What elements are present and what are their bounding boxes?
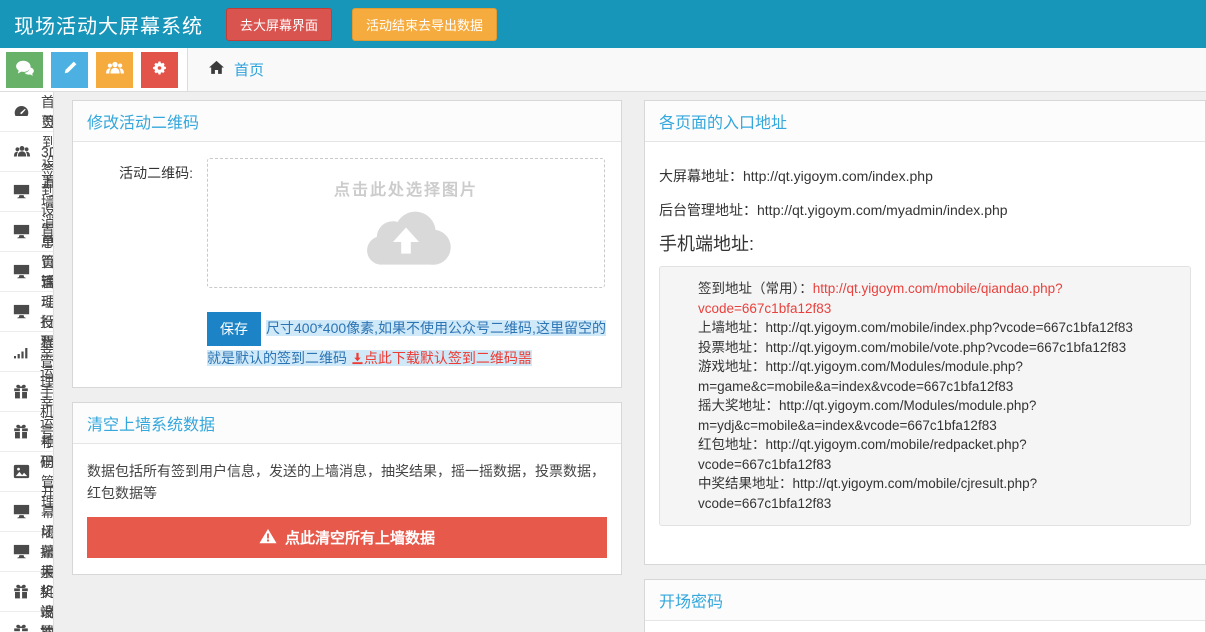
mobile-urls-box: 签到地址（常用）：http://qt.yigoym.com/mobile/qia…: [659, 266, 1191, 526]
gift-icon: [13, 624, 29, 632]
qiandao-link[interactable]: http://qt.yigoym.com/mobile/qiandao.php?: [813, 281, 1063, 296]
admin-address-line: 后台管理地址：http://qt.yigoym.com/myadmin/inde…: [659, 200, 1191, 220]
password-panel-title: 开场密码: [645, 580, 1205, 621]
settings-button[interactable]: [141, 52, 178, 88]
pencil-icon: [62, 60, 78, 81]
breadcrumb-home-link[interactable]: 首页: [234, 59, 264, 80]
comments-button[interactable]: [6, 52, 43, 88]
wall-address-line: 上墙地址：http://qt.yigoym.com/mobile/index.p…: [698, 318, 1182, 338]
admin-url: http://qt.yigoym.com/myadmin/index.php: [757, 202, 1008, 218]
warning-icon: [259, 528, 277, 548]
gift-icon: [13, 384, 29, 399]
admin-label: 后台管理地址：: [659, 202, 757, 218]
clear-all-data-button[interactable]: 点此清空所有上墙数据: [87, 517, 607, 558]
redpacket-address-line: 红包地址：http://qt.yigoym.com/mobile/redpack…: [698, 435, 1182, 455]
qrcode-panel-title: 修改活动二维码: [73, 101, 621, 142]
dashboard-icon: [13, 104, 30, 119]
entry-panel-title: 各页面的入口地址: [645, 101, 1205, 142]
home-icon: [208, 60, 225, 80]
right-column: 各页面的入口地址 大屏幕地址：http://qt.yigoym.com/inde…: [644, 100, 1206, 632]
go-big-screen-button[interactable]: 去大屏幕界面: [226, 8, 332, 41]
content-area: 修改活动二维码 活动二维码: 点击此处选择图片 保存尺寸400*400像素,如果…: [54, 92, 1206, 632]
big-screen-label: 大屏幕地址：: [659, 168, 743, 184]
top-header-bar: 现场活动大屏幕系统 去大屏幕界面 活动结束去导出数据: [0, 0, 1206, 48]
users-icon: [105, 60, 125, 81]
big-screen-url: http://qt.yigoym.com/index.php: [743, 168, 933, 184]
redpacket-vcode-line: vcode=667c1bfa12f83: [698, 455, 1182, 475]
quick-icon-strip: [0, 48, 188, 92]
clear-panel-title: 清空上墙系统数据: [73, 403, 621, 444]
users-icon: [13, 144, 31, 159]
desktop-icon: [13, 184, 30, 199]
desktop-icon: [13, 224, 30, 239]
clear-panel-description: 数据包括所有签到用户信息，发送的上墙消息，抽奖结果，摇一摇数据，投票数据，红包数…: [87, 460, 607, 504]
result-address-line: 中奖结果地址：http://qt.yigoym.com/mobile/cjres…: [698, 474, 1182, 494]
sidebar-nav: 首页 签到设置 3D签到设置 上墙消息管理 单页管理 活动行程 投票管理: [0, 92, 54, 632]
entry-urls-panel: 各页面的入口地址 大屏幕地址：http://qt.yigoym.com/inde…: [644, 100, 1206, 565]
qrcode-field-label: 活动二维码:: [87, 158, 207, 288]
upload-placeholder-text: 点击此处选择图片: [208, 176, 604, 200]
shake-address-line2: m=ydj&c=mobile&a=index&vcode=667c1bfa12f…: [698, 416, 1182, 436]
sidebar-item-mobile-lottery[interactable]: 手机端抽奖设置: [0, 612, 53, 632]
qrcode-panel: 修改活动二维码 活动二维码: 点击此处选择图片 保存尺寸400*400像素,如果…: [72, 100, 622, 388]
desktop-icon: [13, 544, 30, 559]
game-address-line2: m=game&c=mobile&a=index&vcode=667c1bfa12…: [698, 377, 1182, 397]
export-data-button[interactable]: 活动结束去导出数据: [352, 8, 497, 41]
save-button[interactable]: 保存: [207, 312, 261, 346]
clear-data-panel: 清空上墙系统数据 数据包括所有签到用户信息，发送的上墙消息，抽奖结果，摇一摇数据…: [72, 402, 622, 575]
edit-button[interactable]: [51, 52, 88, 88]
comments-icon: [15, 59, 35, 82]
vote-address-line: 投票地址：http://qt.yigoym.com/mobile/vote.ph…: [698, 338, 1182, 358]
cogs-icon: [151, 60, 168, 81]
result-vcode-line: vcode=667c1bfa12f83: [698, 494, 1182, 514]
desktop-icon: [13, 504, 30, 519]
bar-chart-icon: [13, 345, 29, 359]
shake-address-line: 摇大奖地址：http://qt.yigoym.com/Modules/modul…: [698, 396, 1182, 416]
qiandao-vcode-line: vcode=667c1bfa12f83: [698, 299, 1182, 319]
desktop-icon: [13, 264, 30, 279]
left-column: 修改活动二维码 活动二维码: 点击此处选择图片 保存尺寸400*400像素,如果…: [72, 100, 622, 589]
mobile-address-heading: 手机端地址:: [659, 230, 1191, 256]
download-default-qrcode-link[interactable]: 点此下载默认签到二维码噐: [351, 350, 532, 366]
users-button[interactable]: [96, 52, 133, 88]
qiandao-address-line: 签到地址（常用）：http://qt.yigoym.com/mobile/qia…: [698, 279, 1182, 299]
app-title: 现场活动大屏幕系统: [14, 10, 208, 39]
download-icon: [351, 350, 364, 366]
cloud-upload-icon: [356, 253, 456, 270]
image-icon: [13, 464, 30, 479]
save-row: 保存尺寸400*400像素,如果不使用公众号二维码,这里留空的就是默认的签到二维…: [207, 312, 611, 371]
toolbar-row: 首页: [0, 48, 1206, 92]
desktop-icon: [13, 304, 30, 319]
game-address-line: 游戏地址：http://qt.yigoym.com/Modules/module…: [698, 357, 1182, 377]
sidebar-item-label: 手机端抽奖设置: [40, 562, 54, 632]
breadcrumb: 首页: [188, 48, 1206, 92]
qrcode-upload-dropzone[interactable]: 点击此处选择图片: [207, 158, 605, 288]
big-screen-address-line: 大屏幕地址：http://qt.yigoym.com/index.php: [659, 166, 1191, 186]
main-area: 首页 签到设置 3D签到设置 上墙消息管理 单页管理 活动行程 投票管理: [0, 92, 1206, 632]
gift-icon: [13, 424, 29, 439]
gift-icon: [13, 584, 29, 599]
opening-password-panel: 开场密码: [644, 579, 1206, 632]
